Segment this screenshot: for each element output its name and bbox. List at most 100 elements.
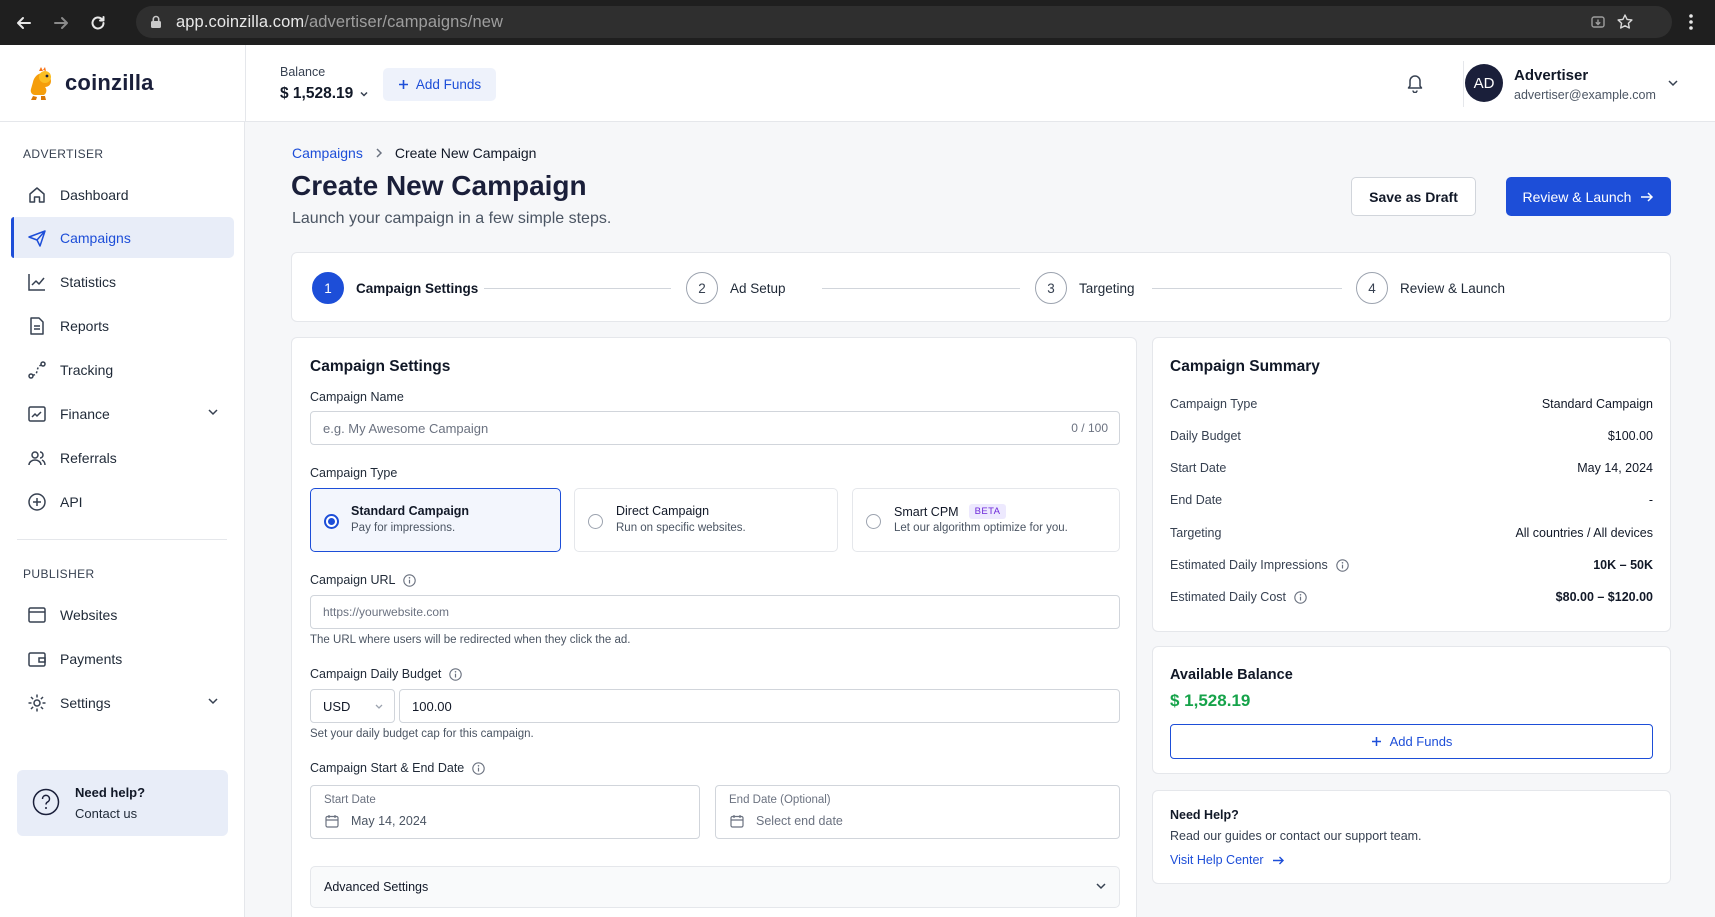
- sidebar-item-campaigns[interactable]: Campaigns: [11, 217, 234, 258]
- review-launch-button[interactable]: Review & Launch: [1506, 177, 1671, 216]
- address-bar[interactable]: app.coinzilla.com/advertiser/campaigns/n…: [136, 6, 1672, 38]
- budget-value: 100.00: [412, 698, 452, 714]
- gear-icon: [26, 692, 48, 714]
- summary-key: Daily Budget: [1170, 429, 1241, 443]
- sidebar: ADVERTISER Dashboard Campaigns Statistic…: [0, 122, 245, 917]
- sidebar-item-label: Referrals: [60, 449, 117, 466]
- chevron-down-icon: [208, 698, 218, 705]
- summary-row: End Date -: [1170, 490, 1653, 510]
- step-targeting[interactable]: 3 Targeting: [1035, 272, 1135, 304]
- user-email: advertiser@example.com: [1514, 88, 1656, 102]
- advanced-settings-toggle[interactable]: Advanced Settings: [310, 866, 1120, 908]
- install-app-icon[interactable]: [1590, 14, 1606, 30]
- type-option-desc: Run on specific websites.: [616, 522, 746, 534]
- sidebar-item-reports[interactable]: Reports: [11, 305, 234, 346]
- type-option-desc: Pay for impressions.: [351, 522, 456, 534]
- chevron-down-icon: [1096, 883, 1106, 890]
- logo[interactable]: coinzilla: [25, 65, 154, 101]
- sidebar-item-payments[interactable]: Payments: [11, 638, 234, 679]
- daily-budget-input[interactable]: 100.00: [399, 689, 1120, 723]
- browser-toolbar: app.coinzilla.com/advertiser/campaigns/n…: [0, 0, 1715, 45]
- chevron-down-icon[interactable]: [1667, 78, 1679, 88]
- api-icon: [26, 491, 48, 513]
- save-as-draft-button[interactable]: Save as Draft: [1351, 177, 1476, 216]
- document-icon: [26, 315, 48, 337]
- forward-icon[interactable]: [48, 10, 74, 36]
- help-card[interactable]: Need help? Contact us: [17, 770, 228, 836]
- user-name[interactable]: Advertiser: [1514, 67, 1588, 84]
- start-date-input[interactable]: Start Date May 14, 2024: [310, 785, 700, 839]
- add-funds-button[interactable]: Add Funds: [1170, 724, 1653, 759]
- summary-value: All countries / All devices: [1515, 526, 1653, 540]
- arrow-right-icon: [1272, 856, 1284, 864]
- sidebar-item-tracking[interactable]: Tracking: [11, 349, 234, 390]
- campaign-url-input[interactable]: https://yourwebsite.com: [310, 595, 1120, 629]
- option-name-text: Standard Campaign: [351, 504, 470, 518]
- breadcrumb-campaigns-link[interactable]: Campaigns: [292, 145, 363, 161]
- chevron-down-icon: [375, 704, 383, 709]
- sidebar-item-api[interactable]: API: [11, 481, 234, 522]
- summary-row: Campaign Type Standard Campaign: [1170, 394, 1653, 414]
- type-option-direct[interactable]: Direct Campaign Run on specific websites…: [574, 488, 838, 552]
- need-help-text: Read our guides or contact our support t…: [1170, 829, 1422, 843]
- sidebar-item-statistics[interactable]: Statistics: [11, 261, 234, 302]
- send-icon: [26, 227, 48, 249]
- contact-us-link[interactable]: Contact us: [75, 806, 137, 821]
- summary-value: May 14, 2024: [1577, 461, 1653, 475]
- field-label: Campaign Start & End Date: [310, 761, 465, 775]
- chevron-down-icon: [360, 91, 368, 97]
- card-title: Campaign Settings: [310, 358, 451, 375]
- type-option-smart-cpm[interactable]: Smart CPM BETA Let our algorithm optimiz…: [852, 488, 1120, 552]
- step-campaign-settings[interactable]: 1 Campaign Settings: [312, 272, 478, 304]
- balance-label: Balance: [280, 65, 326, 79]
- currency-select[interactable]: USD: [310, 689, 395, 723]
- end-date-placeholder: Select end date: [756, 814, 843, 828]
- bell-icon[interactable]: [1406, 73, 1424, 93]
- campaign-name-input[interactable]: e.g. My Awesome Campaign 0 / 100: [310, 411, 1120, 445]
- sidebar-item-referrals[interactable]: Referrals: [11, 437, 234, 478]
- info-icon[interactable]: [472, 761, 485, 775]
- avatar[interactable]: AD: [1465, 64, 1503, 102]
- character-counter: 0 / 100: [1071, 421, 1108, 435]
- dates-label: Campaign Start & End Date: [310, 761, 485, 775]
- step-label: Ad Setup: [730, 280, 786, 296]
- summary-key: Estimated Daily Impressions: [1170, 558, 1349, 572]
- start-date-value: May 14, 2024: [351, 814, 427, 828]
- sidebar-item-finance[interactable]: Finance: [11, 393, 234, 434]
- need-help-card: Need Help? Read our guides or contact ou…: [1152, 790, 1671, 884]
- sidebar-item-label: Reports: [60, 317, 110, 334]
- review-launch-label: Review & Launch: [1522, 188, 1632, 205]
- add-funds-button[interactable]: Add Funds: [383, 68, 496, 101]
- summary-key: End Date: [1170, 493, 1223, 507]
- type-option-standard[interactable]: Standard Campaign Pay for impressions.: [310, 488, 561, 552]
- bookmark-star-icon[interactable]: [1616, 13, 1634, 31]
- help-title: Need help?: [75, 785, 146, 800]
- sidebar-item-label: API: [60, 493, 83, 510]
- summary-row: Estimated Daily Cost $80.00 – $120.00: [1170, 587, 1653, 607]
- balance-dropdown[interactable]: $ 1,528.19: [280, 85, 369, 103]
- sidebar-item-dashboard[interactable]: Dashboard: [11, 174, 234, 215]
- summary-row: Daily Budget $100.00: [1170, 426, 1653, 446]
- info-icon[interactable]: [449, 667, 463, 681]
- add-funds-label: Add Funds: [1389, 734, 1453, 749]
- dino-mascot-icon: [30, 67, 51, 100]
- sidebar-item-websites[interactable]: Websites: [11, 594, 234, 635]
- info-icon[interactable]: [1335, 558, 1349, 572]
- summary-key: Targeting: [1170, 526, 1222, 540]
- back-icon[interactable]: [11, 10, 37, 36]
- info-icon[interactable]: [1294, 590, 1307, 604]
- header-divider: [245, 45, 246, 122]
- help-center-link[interactable]: Visit Help Center: [1170, 853, 1285, 867]
- summary-value: Standard Campaign: [1541, 397, 1653, 411]
- sidebar-item-label: Settings: [60, 694, 111, 711]
- budget-help-text: Set your daily budget cap for this campa…: [310, 728, 534, 740]
- info-icon[interactable]: [403, 573, 417, 587]
- browser-menu-icon[interactable]: [1688, 13, 1694, 31]
- step-review-launch[interactable]: 4 Review & Launch: [1356, 272, 1505, 304]
- beta-badge: BETA: [968, 504, 1007, 519]
- reload-icon[interactable]: [85, 10, 111, 36]
- chart-line-icon: [26, 271, 48, 293]
- sidebar-item-settings[interactable]: Settings: [11, 682, 234, 723]
- end-date-input[interactable]: End Date (Optional) Select end date: [715, 785, 1120, 839]
- step-ad-setup[interactable]: 2 Ad Setup: [686, 272, 786, 304]
